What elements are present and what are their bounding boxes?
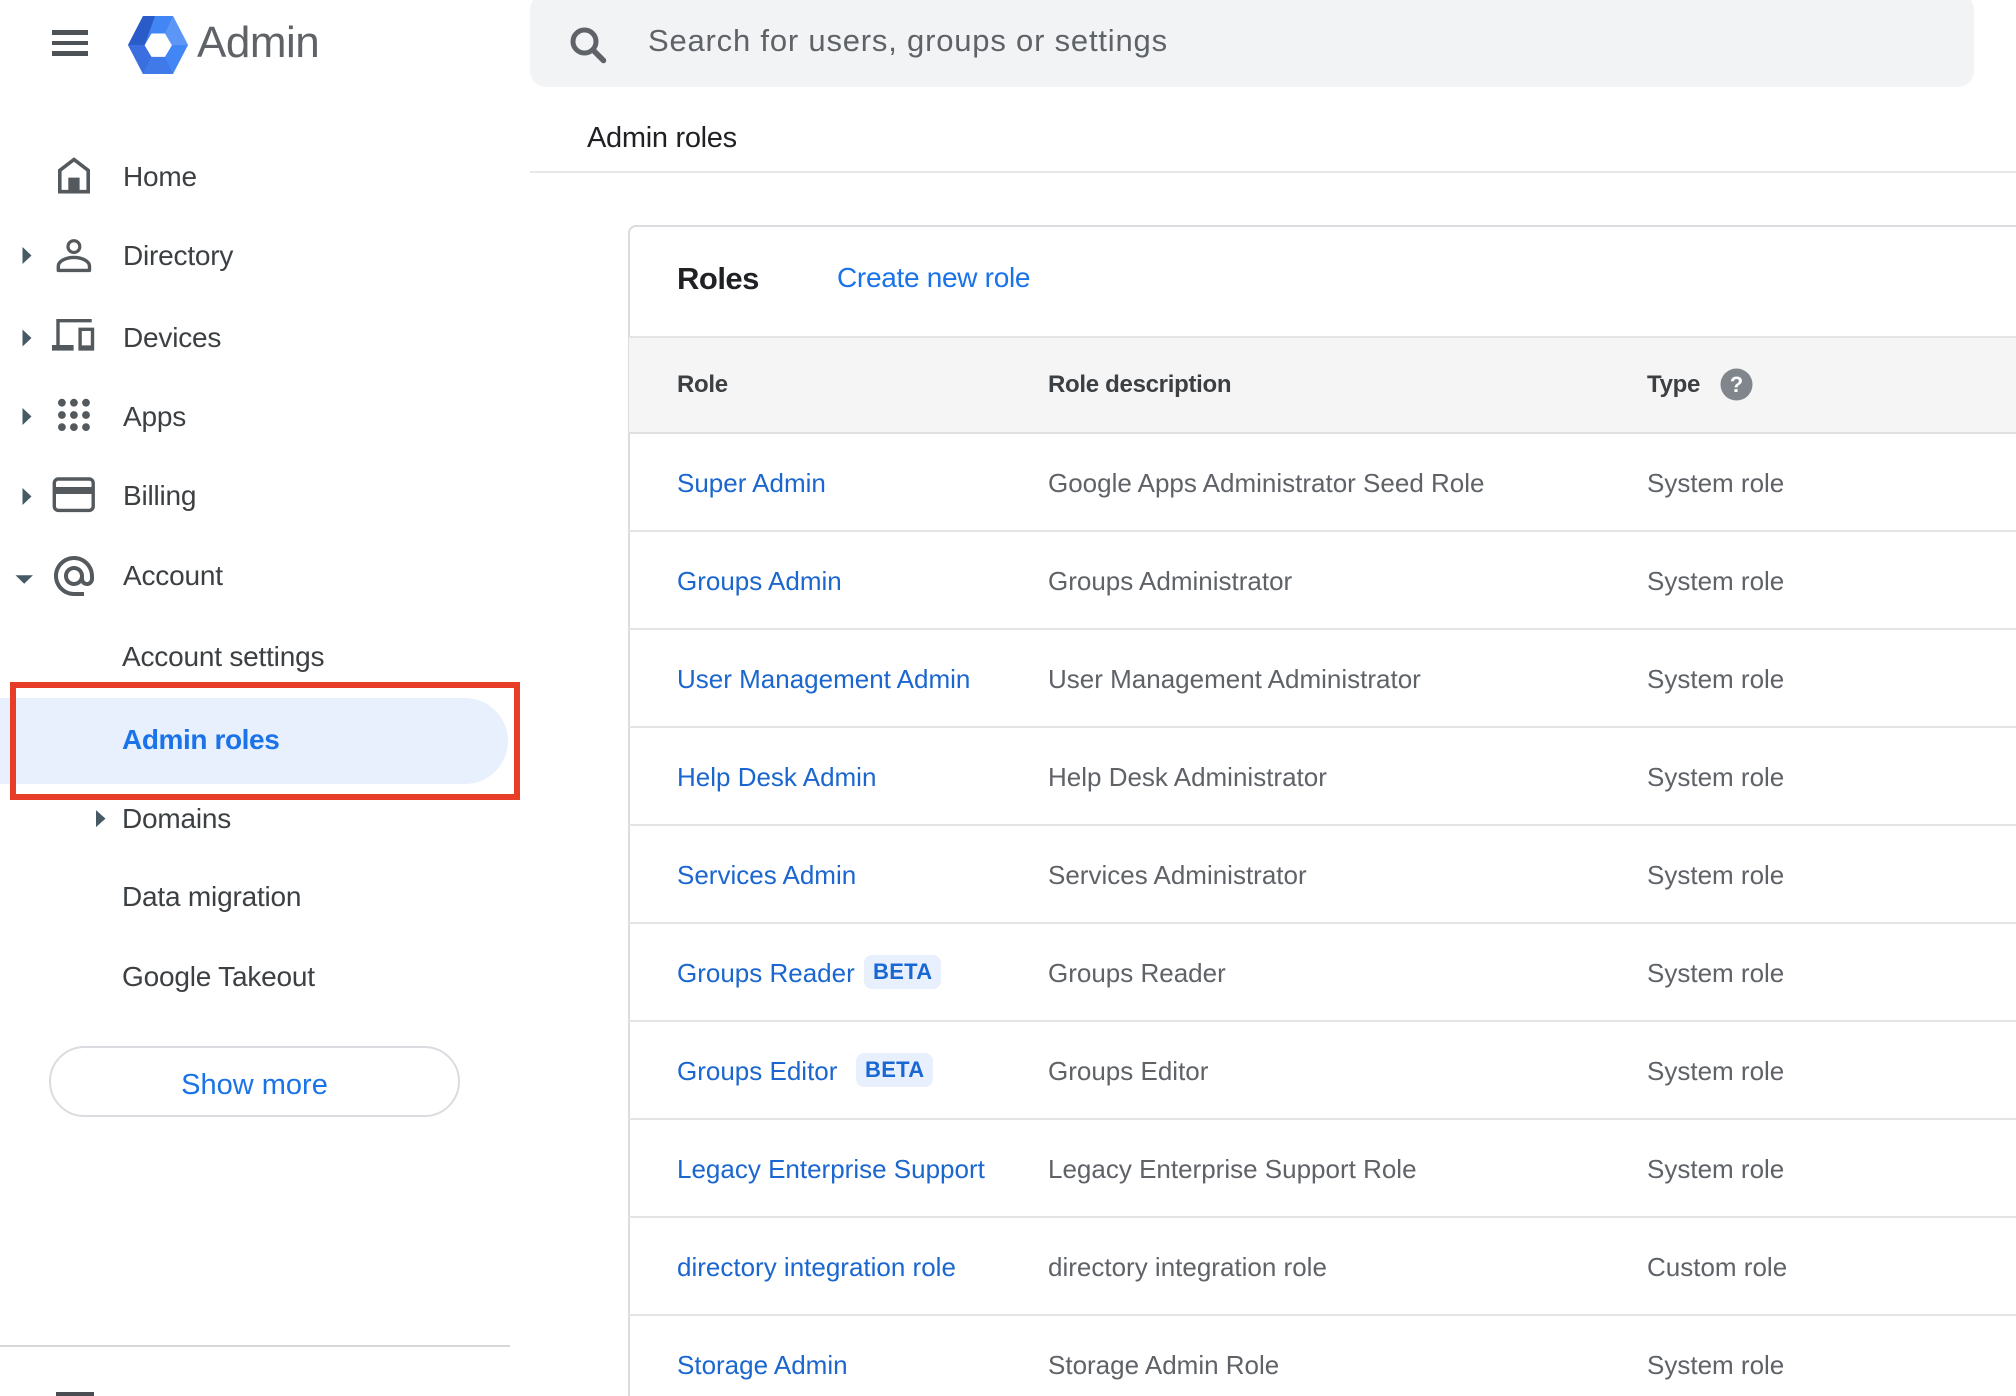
svg-text:?: ? <box>1730 372 1743 397</box>
